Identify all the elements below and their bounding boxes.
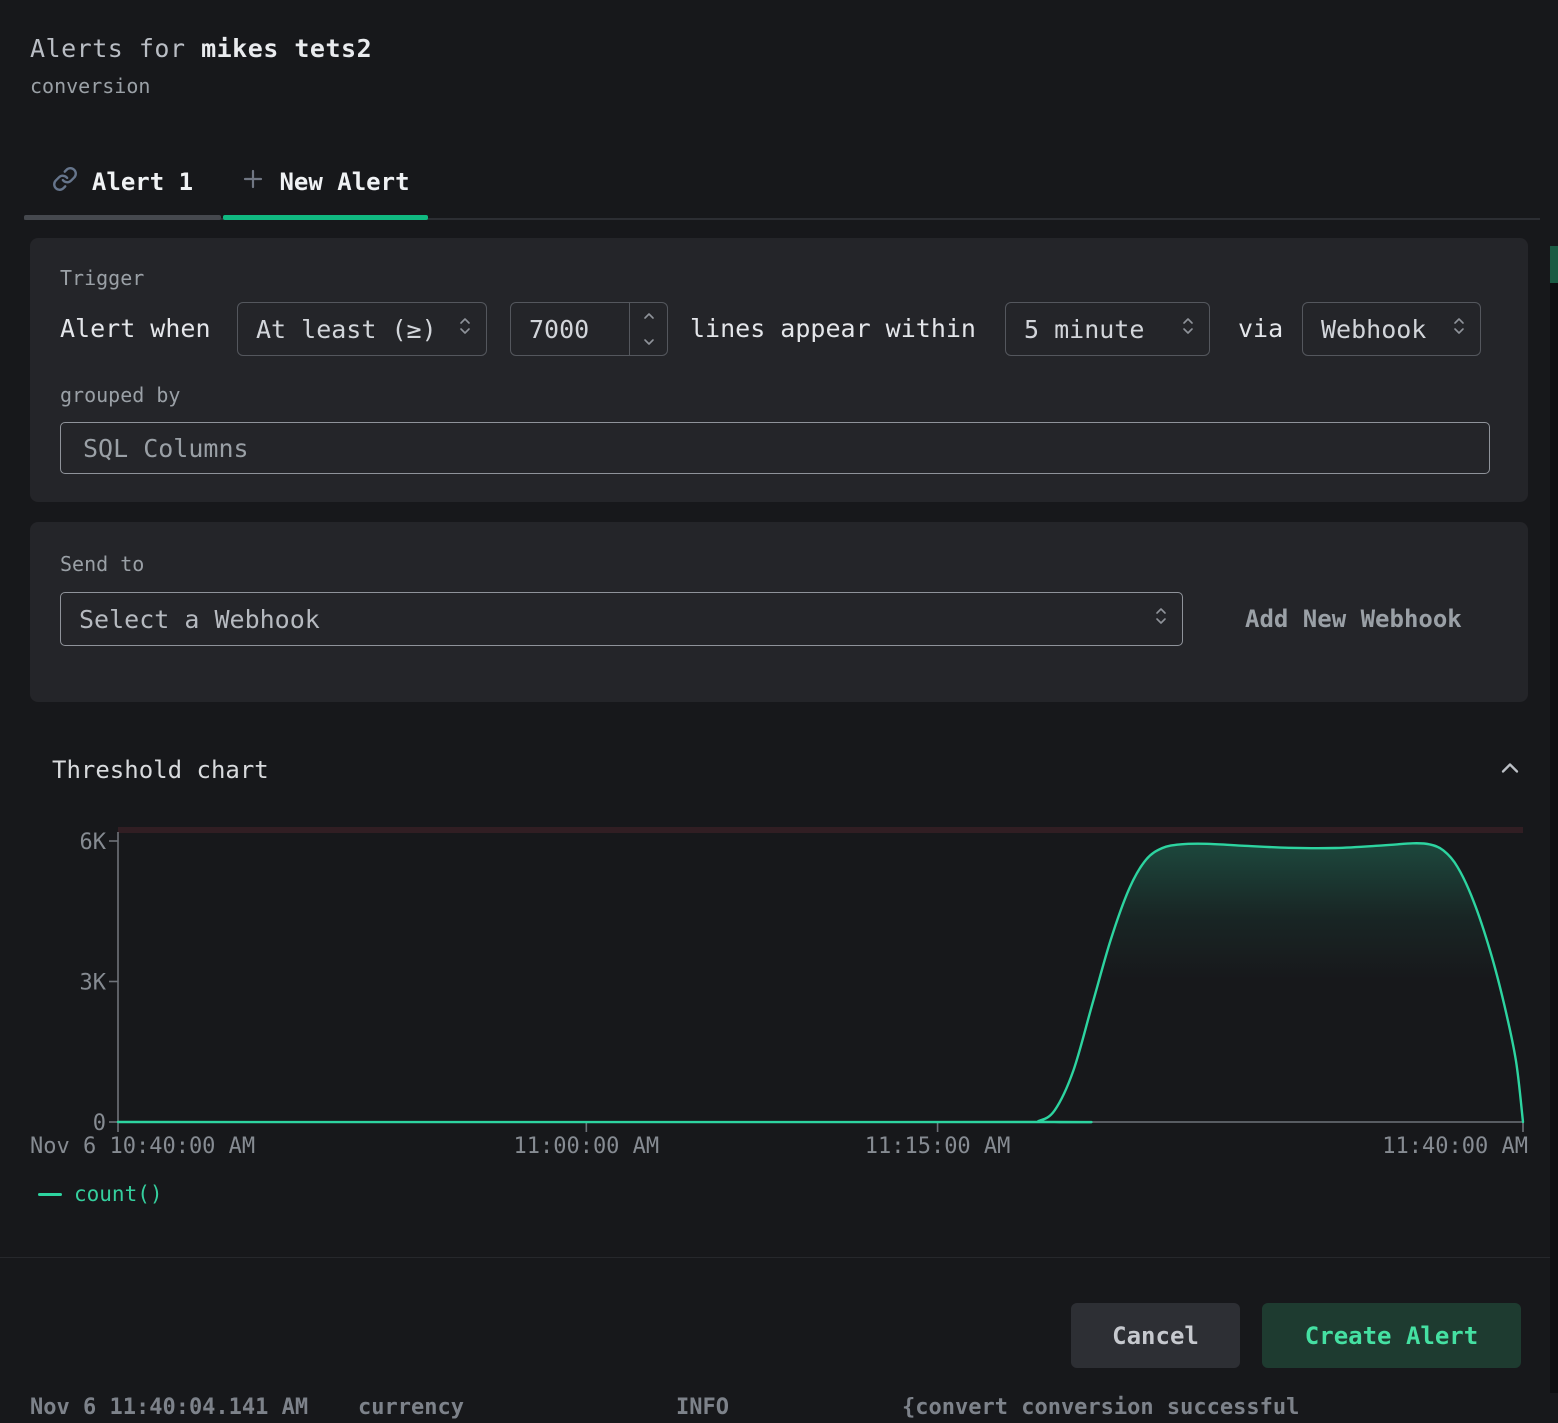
x-axis-labels: Nov 6 10:40:00 AM 11:00:00 AM 11:15:00 AM 1… — [30, 1134, 1528, 1159]
chart-legend[interactable]: count() — [38, 1182, 163, 1206]
page-title-prefix: Alerts for — [30, 34, 201, 63]
svg-text:0: 0 — [93, 1111, 106, 1136]
create-alert-button[interactable]: Create Alert — [1262, 1303, 1521, 1368]
log-message: {convert conversion successful — [902, 1393, 1299, 1423]
send-to-panel: Send to Select a Webhook Add New Webhook — [30, 522, 1528, 702]
tab-alert-1-label: Alert 1 — [92, 168, 193, 196]
background-log-row: Nov 6 11:40:04.141 AM currency INFO {con… — [0, 1393, 1558, 1423]
trigger-panel: Trigger Alert when At least (≥) lines ap… — [30, 238, 1528, 502]
via-text: via — [1238, 302, 1283, 356]
condition-select-value: At least (≥) — [256, 315, 446, 344]
time-window-select[interactable]: 5 minute — [1005, 302, 1210, 356]
threshold-band — [118, 827, 1523, 833]
threshold-chart-title: Threshold chart — [52, 756, 269, 784]
svg-text:11:15:00 AM: 11:15:00 AM — [865, 1134, 1011, 1159]
cancel-button[interactable]: Cancel — [1071, 1303, 1240, 1368]
threshold-chart: 0 3K 6K Nov 6 10:40:00 AM 11:00:00 AM 11:15:… — [0, 815, 1558, 1175]
webhook-select[interactable]: Select a Webhook — [60, 592, 1183, 646]
grouped-by-input[interactable] — [60, 422, 1490, 474]
chevron-updown-icon — [1154, 603, 1168, 635]
channel-select[interactable]: Webhook — [1302, 302, 1481, 356]
chevron-updown-icon — [1452, 313, 1466, 345]
y-axis-labels: 0 3K 6K — [80, 830, 107, 1136]
threshold-number-field — [510, 302, 668, 356]
condition-select[interactable]: At least (≥) — [237, 302, 487, 356]
stepper-down-icon[interactable] — [630, 329, 667, 355]
threshold-stepper — [629, 303, 667, 355]
tab-alert-1[interactable]: Alert 1 — [24, 148, 221, 216]
series-area-fill — [118, 843, 1523, 1122]
page-title-dataset: mikes tets2 — [201, 34, 372, 63]
background-edge-fragment — [1550, 246, 1558, 283]
log-service: currency — [358, 1393, 464, 1423]
trigger-section-label: Trigger — [60, 266, 144, 290]
svg-text:3K: 3K — [80, 971, 107, 996]
time-window-select-value: 5 minute — [1024, 315, 1169, 344]
link-icon — [52, 166, 78, 198]
lines-appear-within-text: lines appear within — [690, 302, 976, 356]
legend-line-swatch — [38, 1193, 62, 1196]
legend-series-label: count() — [74, 1182, 163, 1206]
tab-new-alert-underline-active — [223, 215, 428, 220]
channel-select-value: Webhook — [1321, 315, 1440, 344]
page-subtitle: conversion — [30, 74, 150, 98]
tab-new-alert[interactable]: New Alert — [223, 148, 428, 216]
stepper-up-icon[interactable] — [630, 303, 667, 329]
tab-new-alert-label: New Alert — [279, 168, 409, 196]
svg-text:Nov 6 10:40:00 AM: Nov 6 10:40:00 AM — [30, 1134, 255, 1159]
plus-icon — [241, 167, 265, 197]
add-new-webhook-button[interactable]: Add New Webhook — [1245, 592, 1462, 646]
background-edge-strip — [1550, 283, 1558, 1393]
alert-when-text: Alert when — [60, 302, 211, 356]
chevron-updown-icon — [1181, 313, 1195, 345]
collapse-chart-button[interactable] — [1494, 756, 1526, 784]
footer-divider — [0, 1257, 1558, 1258]
threshold-input[interactable] — [511, 303, 629, 355]
log-timestamp: Nov 6 11:40:04.141 AM — [30, 1393, 308, 1423]
chevron-updown-icon — [458, 313, 472, 345]
log-level: INFO — [676, 1393, 729, 1423]
send-to-label: Send to — [60, 552, 144, 576]
tab-alert-1-underline — [24, 215, 221, 220]
svg-text:6K: 6K — [80, 830, 107, 855]
webhook-select-placeholder: Select a Webhook — [79, 605, 1142, 634]
grouped-by-label: grouped by — [60, 383, 180, 407]
svg-text:11:00:00 AM: 11:00:00 AM — [513, 1134, 659, 1159]
page-title: Alerts for mikes tets2 — [30, 34, 372, 63]
chevron-up-icon — [1496, 754, 1524, 786]
svg-text:11:40:00 AM: 11:40:00 AM — [1382, 1134, 1528, 1159]
